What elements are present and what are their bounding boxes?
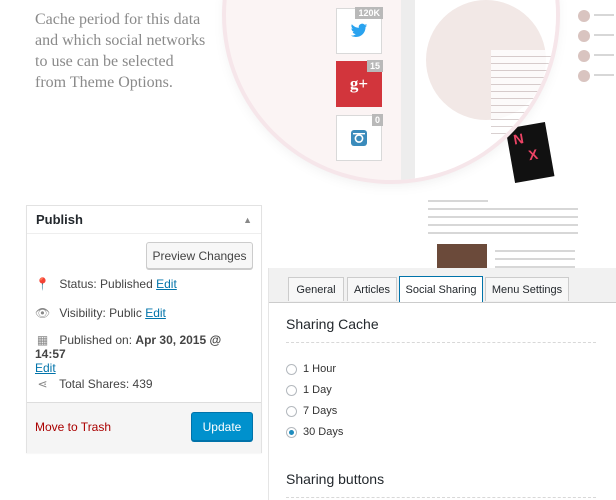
share-count-badge: 120K <box>355 7 383 19</box>
pin-icon: 📍 <box>35 277 50 291</box>
article-text-line <box>428 224 578 226</box>
sharing-cache-title: Sharing Cache <box>286 316 379 332</box>
sidebar-avatar <box>578 50 590 62</box>
radio-label: 7 Days <box>303 405 338 417</box>
article-text-line <box>594 74 614 76</box>
article-text-line <box>495 258 575 260</box>
section-divider <box>286 342 596 343</box>
preview-changes-button[interactable]: Preview Changes <box>146 242 253 269</box>
section-divider <box>286 497 596 498</box>
tab-general[interactable]: General <box>288 277 344 301</box>
twitter-icon <box>350 23 368 38</box>
move-to-trash-link[interactable]: Move to Trash <box>35 420 111 434</box>
article-text-line <box>594 34 614 36</box>
intro-line: and which social networks <box>35 32 206 49</box>
article-text-line <box>428 200 488 202</box>
settings-tab-bar: General Articles Social Sharing Menu Set… <box>269 268 616 303</box>
published-label: Published on: <box>59 333 133 347</box>
article-text-line <box>495 250 575 252</box>
intro-line: to use can be selected <box>35 53 174 70</box>
collapse-arrow-icon[interactable]: ▲ <box>243 215 252 225</box>
theme-options-panel: General Articles Social Sharing Menu Set… <box>268 268 616 500</box>
status-label: Status: <box>59 277 97 291</box>
sidebar-avatar <box>578 10 590 22</box>
radio-button-selected[interactable] <box>286 426 297 438</box>
article-text-line <box>594 14 614 16</box>
eye-icon: 👁 <box>35 306 51 320</box>
total-shares-label: Total Shares: <box>59 377 130 391</box>
lens-text-block <box>491 50 556 140</box>
visibility-edit-link[interactable]: Edit <box>145 306 166 320</box>
twitter-share-button[interactable]: 120K <box>336 7 383 54</box>
total-shares-value: 439 <box>132 377 153 391</box>
intro-line: from Theme Options. <box>35 74 173 91</box>
cache-option-1-day[interactable]: 1 Day <box>286 384 332 396</box>
google-plus-share-button[interactable]: g+ 15 <box>336 60 383 107</box>
share-count-badge: 15 <box>366 60 383 72</box>
tab-social-sharing[interactable]: Social Sharing <box>399 276 483 302</box>
radio-label: 1 Day <box>303 384 332 396</box>
cache-option-7-days[interactable]: 7 Days <box>286 405 337 417</box>
radio-label: 30 Days <box>303 426 344 438</box>
intro-line: Cache period for this data <box>35 11 201 28</box>
status-value: Published <box>100 277 153 291</box>
total-shares-row: ⋖ Total Shares: 439 <box>35 377 153 391</box>
radio-button[interactable] <box>286 384 297 396</box>
status-edit-link[interactable]: Edit <box>156 277 177 291</box>
lens-page-edge <box>401 0 415 180</box>
intro-text: Cache period for this data and which soc… <box>35 9 255 93</box>
magnifier-lens: 120K g+ 15 0 <box>226 0 556 180</box>
calendar-icon: ▦ <box>36 333 49 347</box>
publish-box: Publish ▲ Preview Changes 📍 Status: Publ… <box>26 205 262 453</box>
article-text-line <box>428 216 578 218</box>
sidebar-avatar <box>578 30 590 42</box>
update-button[interactable]: Update <box>191 412 253 441</box>
article-text-line <box>428 232 578 234</box>
sidebar-avatar <box>578 70 590 82</box>
publish-footer: Move to Trash Update <box>27 402 261 453</box>
tab-articles[interactable]: Articles <box>347 277 397 301</box>
google-plus-icon: g+ <box>349 74 369 93</box>
article-text-line <box>594 54 614 56</box>
share-count-badge: 0 <box>371 114 383 126</box>
linkedin-share-button[interactable]: 0 <box>336 114 383 161</box>
status-row: 📍 Status: Published Edit <box>35 277 177 291</box>
visibility-value: Public <box>109 306 142 320</box>
sharing-buttons-title: Sharing buttons <box>286 471 385 487</box>
linkedin-icon <box>351 130 367 146</box>
radio-button[interactable] <box>286 363 297 375</box>
published-on-row: ▦ Published on: Apr 30, 2015 @ 14:57 Edi… <box>35 333 255 375</box>
cache-option-30-days[interactable]: 30 Days <box>286 426 343 438</box>
cache-option-1-hour[interactable]: 1 Hour <box>286 363 336 375</box>
publish-title: Publish <box>36 212 83 227</box>
radio-button[interactable] <box>286 405 297 417</box>
share-icon: ⋖ <box>37 377 48 391</box>
visibility-label: Visibility: <box>59 306 106 320</box>
radio-label: 1 Hour <box>303 363 337 375</box>
tab-menu-settings[interactable]: Menu Settings <box>485 277 569 301</box>
article-text-line <box>428 208 578 210</box>
publish-header[interactable]: Publish ▲ <box>27 206 261 234</box>
published-edit-link[interactable]: Edit <box>35 361 56 375</box>
visibility-row: 👁 Visibility: Public Edit <box>35 306 166 320</box>
